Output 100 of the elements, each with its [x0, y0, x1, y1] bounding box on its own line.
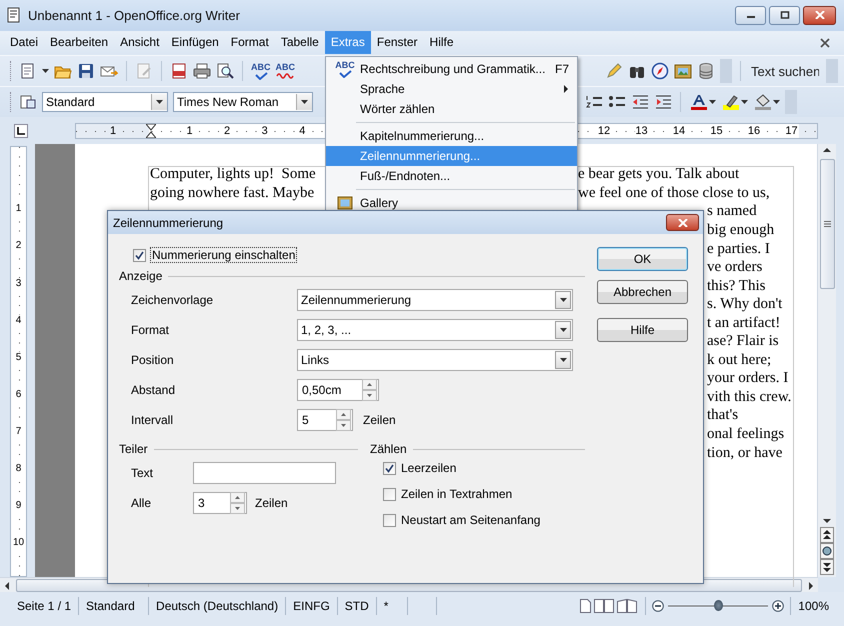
navigation-button[interactable] — [820, 543, 834, 560]
picture-frame-icon[interactable] — [674, 62, 692, 80]
menu-item[interactable]: Hilfe — [424, 31, 460, 54]
input-field[interactable] — [193, 462, 336, 484]
maximize-button[interactable] — [769, 6, 800, 25]
menu-item[interactable]: Sprache — [326, 79, 577, 99]
spin-up-icon[interactable] — [362, 379, 377, 390]
section-heading: Teiler — [119, 442, 148, 456]
window-title: Unbenannt 1 - OpenOffice.org Writer — [28, 8, 241, 23]
spin-down-icon[interactable] — [336, 420, 351, 431]
paragraph-style-dropdown[interactable]: Standard — [42, 92, 168, 112]
menu-item[interactable]: Format — [224, 31, 275, 54]
checkbox[interactable] — [133, 248, 146, 262]
menu-item[interactable]: Einfügen — [165, 31, 225, 54]
spin-field[interactable]: 3 — [193, 492, 247, 514]
indent-marker-icon[interactable] — [146, 124, 156, 138]
dropdown-caret-icon[interactable] — [709, 99, 716, 106]
menu-item[interactable]: ABC Rechtschreibung und Grammatik... F7 — [326, 59, 577, 79]
field-label: Text — [131, 466, 154, 480]
close-button[interactable] — [803, 6, 836, 25]
document-text: we feel one of those close to us, — [578, 184, 770, 202]
minimize-button[interactable] — [735, 6, 766, 25]
menu-item[interactable]: Fuß-/Endnoten... — [326, 166, 577, 186]
document-text: t an artifact! — [707, 314, 780, 332]
field-label: Position — [131, 353, 175, 367]
horizontal-ruler[interactable]: 1 1 2 3 4 — [75, 123, 327, 140]
horizontal-ruler[interactable]: 12 13 14 15 16 17 — [578, 123, 818, 140]
pencil-icon[interactable] — [605, 62, 623, 80]
checkmark-icon — [134, 250, 145, 260]
single-page-view-icon[interactable] — [580, 599, 592, 614]
zoom-percentage[interactable]: 100% — [791, 597, 836, 616]
font-name-dropdown[interactable]: Times New Roman — [173, 92, 313, 112]
pdf-icon[interactable] — [170, 62, 188, 80]
menu-item[interactable]: Fenster — [370, 31, 424, 54]
menu-item[interactable]: Kapitelnummerierung... — [326, 126, 577, 146]
checkbox-label[interactable]: Nummerierung einschalten — [151, 248, 296, 262]
checkbox-label[interactable]: Neustart am Seitenanfang — [401, 513, 540, 527]
font-color-icon[interactable] — [689, 93, 709, 112]
decrease-indent-icon[interactable] — [631, 93, 649, 112]
next-page-button[interactable] — [820, 559, 834, 576]
dropdown-caret-icon[interactable] — [301, 99, 308, 106]
dropdown-caret-icon[interactable] — [773, 99, 780, 106]
tab-stop-icon — [17, 127, 25, 136]
spin-up-icon[interactable] — [230, 492, 245, 503]
dropdown-caret-icon[interactable] — [560, 357, 566, 363]
dropdown[interactable]: 1, 2, 3, ... — [297, 319, 573, 341]
dropdown-caret-icon[interactable] — [156, 99, 163, 106]
dropdown[interactable]: Links — [297, 349, 573, 371]
checkbox-label[interactable]: Leerzeilen — [401, 461, 456, 475]
dropdown-caret-icon[interactable] — [42, 68, 49, 74]
menu-item[interactable]: Bearbeiten — [44, 31, 114, 54]
dropdown[interactable]: Zeilennummerierung — [297, 289, 573, 311]
menu-item[interactable]: Tabelle — [274, 31, 325, 54]
menu-item[interactable]: Datei — [4, 31, 44, 54]
magnifier-page-icon[interactable] — [216, 62, 234, 80]
spin-field[interactable]: 5 — [297, 409, 353, 431]
document-text: k out here; — [707, 350, 772, 370]
previous-page-button[interactable] — [820, 527, 834, 544]
spin-down-icon[interactable] — [362, 390, 377, 401]
compass-icon[interactable] — [651, 62, 669, 80]
selection-mode: STD — [338, 597, 377, 616]
styles-icon[interactable] — [19, 93, 37, 112]
menu-item[interactable]: Wörter zählen — [326, 99, 577, 119]
close-document-icon[interactable] — [820, 38, 830, 48]
scrollbar-thumb[interactable] — [820, 159, 834, 290]
vertical-ruler[interactable]: 1 2 3 4 5 6 7 8 9 10 — [10, 146, 27, 578]
spin-field[interactable]: 0,50cm — [297, 379, 379, 401]
zoom-out-icon[interactable] — [652, 600, 664, 612]
highlighter-icon[interactable] — [721, 93, 741, 112]
document-text: e parties. I — [707, 240, 770, 258]
checkbox-label[interactable]: Zeilen in Textrahmen — [401, 487, 512, 501]
dropdown-caret-icon[interactable] — [741, 99, 748, 106]
menu-item[interactable]: Ansicht — [114, 31, 166, 54]
zoom-in-icon[interactable] — [772, 600, 784, 612]
database-icon[interactable] — [697, 62, 715, 80]
section-heading: Zählen — [370, 442, 407, 456]
checkbox[interactable] — [383, 488, 396, 500]
checkbox[interactable] — [383, 514, 396, 526]
paint-bucket-icon[interactable] — [753, 93, 773, 112]
dialog-button[interactable]: Hilfe — [597, 318, 688, 342]
book-view-icon[interactable] — [617, 599, 638, 614]
menu-item[interactable]: Gallery — [326, 193, 577, 213]
zoom-slider-thumb[interactable] — [714, 600, 723, 612]
dropdown-caret-icon[interactable] — [560, 327, 566, 333]
checkbox[interactable] — [383, 462, 396, 474]
dialog-button[interactable]: Abbrechen — [597, 280, 688, 304]
increase-indent-icon[interactable] — [654, 93, 672, 112]
printer-icon[interactable] — [193, 62, 211, 80]
spin-up-icon[interactable] — [336, 409, 351, 420]
document-text: that's — [707, 406, 738, 425]
close-button[interactable] — [666, 214, 699, 231]
dialog-title: Zeilennummerierung — [113, 216, 224, 230]
document-text: s. Why don't — [707, 295, 782, 314]
dialog-button[interactable]: OK — [597, 247, 688, 271]
vertical-scrollbar[interactable] — [817, 144, 836, 578]
tab-type-button[interactable] — [14, 124, 28, 138]
section-heading: Anzeige — [119, 269, 162, 283]
dropdown-caret-icon[interactable] — [560, 297, 566, 303]
spin-down-icon[interactable] — [230, 503, 245, 514]
two-page-view-icon[interactable] — [594, 599, 614, 614]
